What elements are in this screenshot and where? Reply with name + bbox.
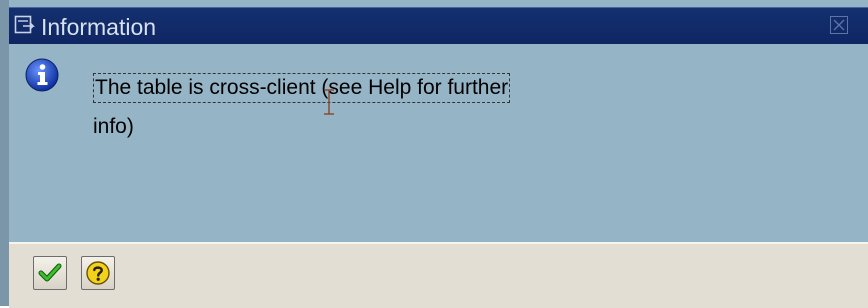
dialog-content: The table is cross-client (see Help for … [9, 44, 868, 242]
message-line-2: info) [93, 115, 134, 138]
message-text: The table is cross-client (see Help for … [93, 68, 593, 147]
dialog-title: Information [41, 14, 157, 40]
help-button[interactable] [81, 256, 115, 290]
text-cursor-icon [322, 88, 336, 116]
button-bar [9, 242, 868, 308]
help-icon [86, 261, 110, 285]
title-bar[interactable]: Information [9, 7, 868, 44]
dialog-window-icon [14, 15, 36, 35]
checkmark-icon [38, 263, 62, 282]
information-dialog: Information The table is cross-client (s… [0, 0, 868, 308]
message-line-1: The table is cross-client (see Help for … [93, 73, 511, 103]
continue-button[interactable] [33, 256, 67, 290]
close-icon[interactable] [830, 16, 848, 34]
info-icon [25, 58, 59, 92]
